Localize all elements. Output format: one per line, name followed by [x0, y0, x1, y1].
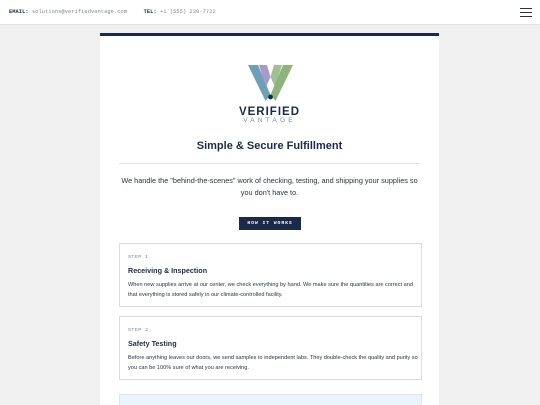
divider — [119, 163, 420, 164]
step-title: Receiving & Inspection — [128, 266, 208, 275]
step-label: STEP 1 — [128, 255, 149, 260]
step-label: STEP 2 — [128, 328, 149, 333]
step-card-1: STEP 1 Receiving & Inspection When new s… — [119, 243, 422, 307]
brand-tagline: VANTAGE — [243, 117, 296, 124]
main-card: VERIFIED VANTAGE Simple & Secure Fulfill… — [100, 33, 439, 405]
highlight-panel — [119, 394, 422, 405]
logo-icon — [248, 65, 293, 101]
intro-text: We handle the "behind-the-scenes" work o… — [121, 176, 418, 197]
page-title: Simple & Secure Fulfillment — [196, 140, 343, 152]
step-description: When new supplies arrive at our center, … — [128, 282, 414, 298]
top-bar: EMAIL: solutions@verifiedvantage.com TEL… — [0, 0, 540, 25]
step-card-2: STEP 2 Safety Testing Before anything le… — [119, 316, 422, 380]
how-it-works-button[interactable]: HOW IT WORKS — [239, 217, 301, 230]
tel-label: TEL: — [143, 9, 157, 15]
hamburger-menu-icon[interactable] — [520, 8, 532, 17]
step-title: Safety Testing — [128, 339, 177, 348]
step-description: Before anything leaves our doors, we sen… — [128, 355, 418, 371]
contact-info: EMAIL: solutions@verifiedvantage.com TEL… — [9, 9, 216, 15]
tel-link[interactable]: +1 (555) 230-7722 — [160, 9, 216, 15]
email-label: EMAIL: — [9, 9, 29, 15]
email-link[interactable]: solutions@verifiedvantage.com — [32, 9, 127, 15]
